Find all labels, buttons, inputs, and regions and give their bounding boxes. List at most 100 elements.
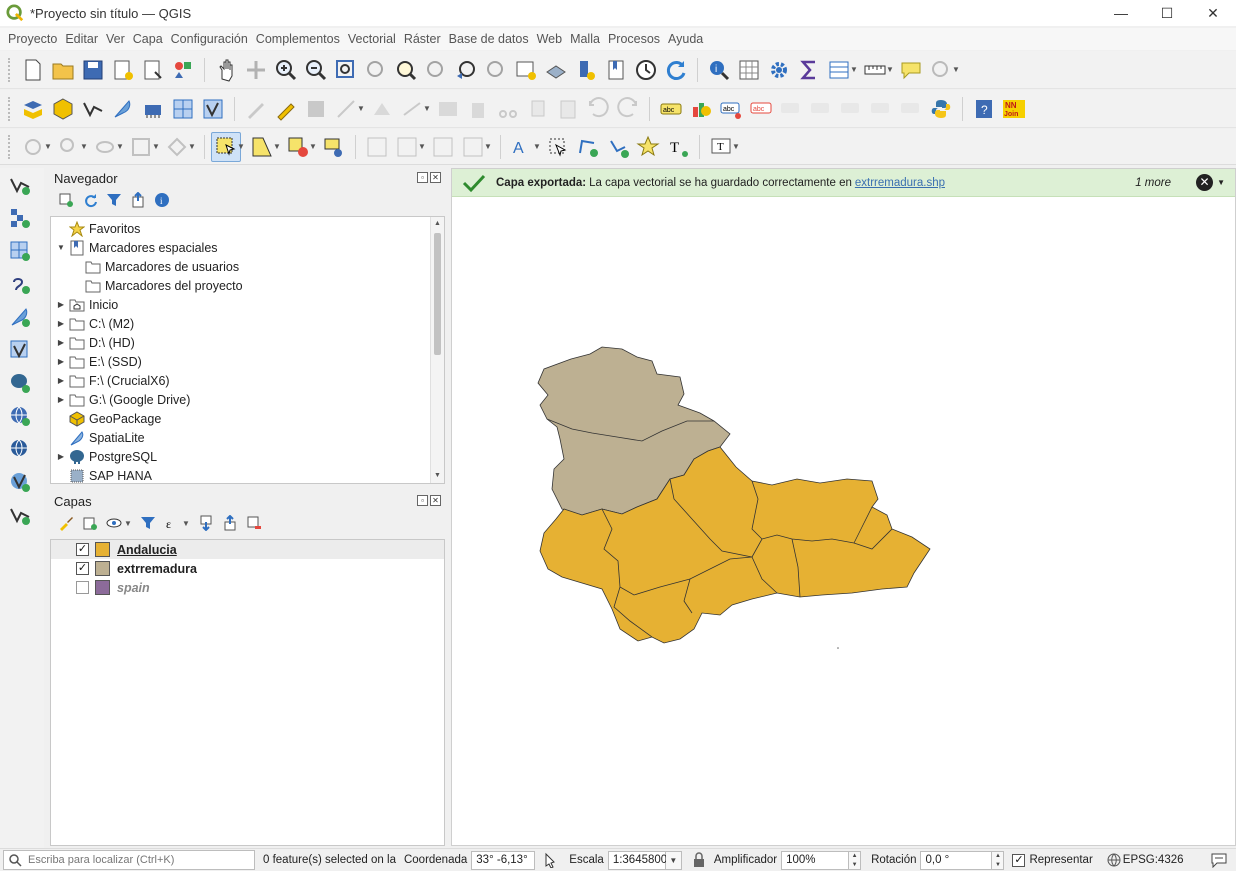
menu-complementos[interactable]: Complementos [256,32,340,46]
add-arcgis-layer-icon[interactable] [5,500,35,530]
select-by-location-icon[interactable] [18,132,48,162]
toolbar-grip[interactable] [8,57,12,82]
undo-icon[interactable] [583,94,613,124]
point-text-annotation-icon[interactable]: T [663,132,693,162]
new-project-icon[interactable] [18,55,48,85]
delete-selected-icon[interactable] [463,94,493,124]
diagram-icon[interactable] [686,94,716,124]
add-raster-layer-icon[interactable] [5,203,35,233]
polygon-annotation-icon[interactable] [573,132,603,162]
temporary-layer-icon[interactable] [138,94,168,124]
select-by-expression-icon[interactable] [54,132,84,162]
close-button[interactable]: ✕ [1190,0,1236,26]
save-edits-icon[interactable] [301,94,331,124]
navigator-item[interactable]: SpatiaLite [51,428,444,447]
map-tips-icon[interactable] [896,55,926,85]
new-3d-map-view-icon[interactable] [541,55,571,85]
paste-features-icon[interactable] [553,94,583,124]
magnifier-field[interactable]: 100% [781,850,850,870]
navigator-scrollbar[interactable]: ▲ ▼ [430,217,444,483]
navigator-item[interactable]: Marcadores de usuarios [51,257,444,276]
refresh-icon[interactable] [80,190,100,210]
rotate-label-icon[interactable] [866,94,896,124]
add-delimited-text-icon[interactable] [5,269,35,299]
add-wcs-layer-icon[interactable] [5,467,35,497]
locator-search-icon[interactable] [926,55,956,85]
new-vector-layer-icon[interactable] [78,94,108,124]
toggle-editing-pencil-icon[interactable] [271,94,301,124]
deselect-icon[interactable] [90,132,120,162]
message-dropdown-icon[interactable]: ▼ [1217,178,1225,187]
menu-ayuda[interactable]: Ayuda [668,32,703,46]
collapse-all-icon[interactable] [128,190,148,210]
collapsed-arrow-icon[interactable]: ▶ [55,452,67,461]
dropdown-icon[interactable]: ▼ [237,142,245,151]
annotation-text-icon[interactable] [458,132,488,162]
collapsed-arrow-icon[interactable]: ▶ [55,338,67,347]
zoom-in-icon[interactable] [271,55,301,85]
move-label-icon[interactable] [836,94,866,124]
select-all-icon[interactable] [126,132,156,162]
toggle-display-labels-icon[interactable]: abc [746,94,776,124]
layer-styling-brush-icon[interactable] [56,513,76,533]
menu-configuracion[interactable]: Configuración [171,32,248,46]
menu-procesos[interactable]: Procesos [608,32,660,46]
map-canvas[interactable] [451,168,1236,846]
attribute-table-dropdown-icon[interactable]: ▼ [850,65,858,74]
menu-editar[interactable]: Editar [65,32,98,46]
rotation-field[interactable]: 0,0 ° [920,850,993,870]
expand-all-icon[interactable] [196,513,216,533]
map-themes-dropdown-icon[interactable]: ▼ [124,519,132,528]
minimize-button[interactable]: — [1098,0,1144,26]
menu-base-de-datos[interactable]: Base de datos [449,32,529,46]
render-checkbox[interactable]: ✓ [1012,853,1026,867]
navigator-item[interactable]: ▶ G:\ (Google Drive) [51,390,444,409]
refresh-icon[interactable] [661,55,691,85]
zoom-to-layer-icon[interactable] [391,55,421,85]
digitize-line-icon[interactable] [331,94,361,124]
float-panel-icon[interactable]: ▫ [417,495,428,506]
toolbox-gear-icon[interactable] [764,55,794,85]
menu-web[interactable]: Web [537,32,562,46]
message-close-icon[interactable]: ✕ [1196,174,1213,191]
add-group-icon[interactable] [80,513,100,533]
message-more-link[interactable]: 1 more [1135,177,1171,189]
navigator-item[interactable]: ▶ F:\ (CrucialX6) [51,371,444,390]
pan-to-selection-icon[interactable] [241,55,271,85]
line-annotation-icon[interactable] [603,132,633,162]
layer-visibility-checkbox[interactable] [76,581,89,594]
pan-hand-icon[interactable] [211,55,241,85]
zoom-last-icon[interactable] [451,55,481,85]
add-gpx-layer-icon[interactable] [5,302,35,332]
toggle-extents-mouse-icon[interactable] [541,852,557,868]
clock-icon[interactable] [631,55,661,85]
navigator-item[interactable]: ▶ Inicio [51,295,444,314]
layer-row-extrremadura[interactable]: ✓ extrremadura [51,559,444,578]
select-radius-icon[interactable] [162,132,192,162]
manage-map-themes-eye-icon[interactable] [104,513,124,533]
crs-globe-icon[interactable] [1107,853,1121,867]
layout-manager-icon[interactable] [138,55,168,85]
nnjoin-icon[interactable]: NN Join [999,94,1029,124]
temporal-controller-icon[interactable] [571,55,601,85]
annotation-form-icon[interactable] [362,132,392,162]
zoom-next-icon[interactable] [481,55,511,85]
add-mesh-layer-icon[interactable] [5,236,35,266]
navigator-item[interactable]: ▼ Marcadores espaciales [51,238,444,257]
navigator-item[interactable]: ▶ D:\ (HD) [51,333,444,352]
menu-malla[interactable]: Malla [570,32,600,46]
pin-labels-icon[interactable] [776,94,806,124]
messages-icon[interactable] [1210,852,1228,868]
marker-annotation-icon[interactable] [633,132,663,162]
virtual-layer-icon[interactable] [168,94,198,124]
change-label-icon[interactable] [896,94,926,124]
add-postgis-layer-icon[interactable] [5,368,35,398]
navigator-item[interactable]: ▶ E:\ (SSD) [51,352,444,371]
help-icon[interactable]: ? [969,94,999,124]
style-manager-icon[interactable] [168,55,198,85]
collapsed-arrow-icon[interactable]: ▶ [55,300,67,309]
scroll-down-icon[interactable]: ▼ [431,469,444,483]
navigator-item[interactable]: ▶ C:\ (M2) [51,314,444,333]
zoom-native-resolution-icon[interactable] [421,55,451,85]
navigator-item[interactable]: ▶ PostgreSQL [51,447,444,466]
